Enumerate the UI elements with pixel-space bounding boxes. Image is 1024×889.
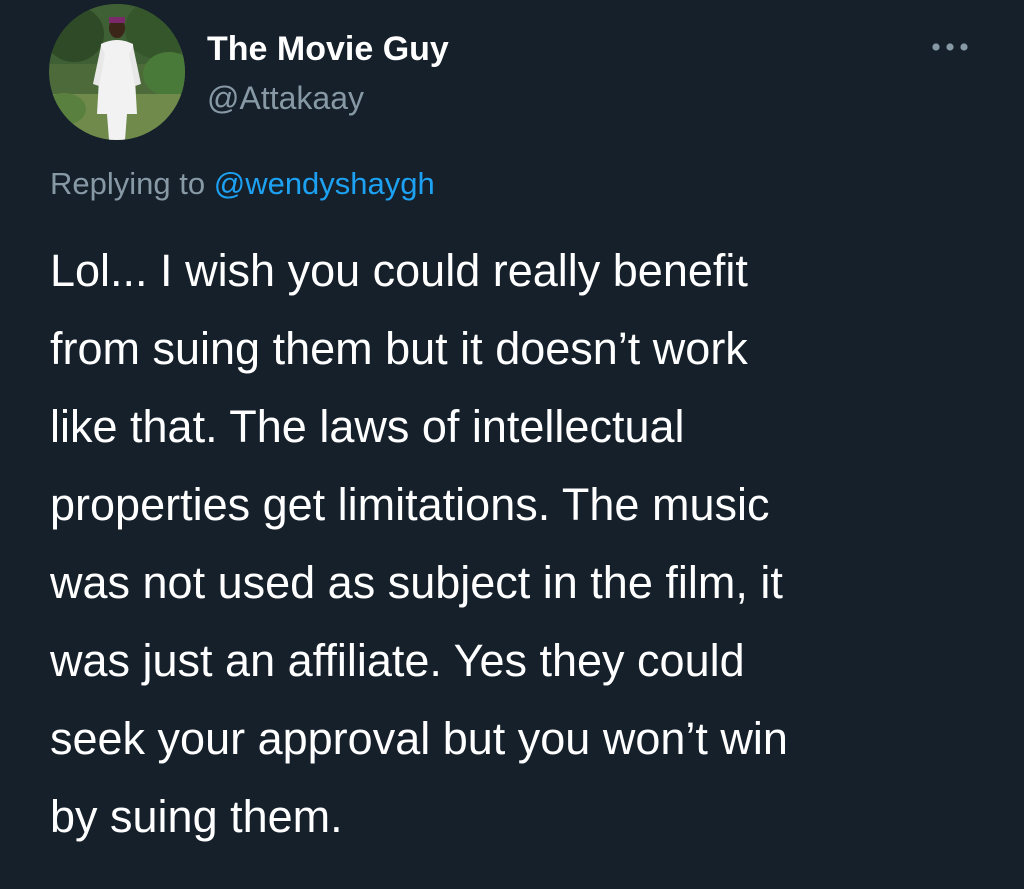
tweet-card: The Movie Guy @Attakaay Replying to @wen… bbox=[0, 0, 1024, 889]
profile-photo-image bbox=[49, 4, 185, 140]
tweet-text: Lol... I wish you could really benefit f… bbox=[50, 232, 970, 856]
tweet-text-line: from suing them but it doesn’t work bbox=[50, 323, 748, 374]
tweet-text-line: seek your approval but you won’t win bbox=[50, 713, 788, 764]
avatar[interactable] bbox=[49, 4, 185, 140]
replying-to: Replying to @wendyshaygh bbox=[50, 166, 435, 202]
tweet-text-line: properties get limitations. The music bbox=[50, 479, 770, 530]
tweet-text-line: Lol... I wish you could really benefit bbox=[50, 245, 748, 296]
user-handle[interactable]: @Attakaay bbox=[207, 80, 364, 117]
tweet-text-line: by suing them. bbox=[50, 791, 343, 842]
more-options-button[interactable] bbox=[928, 32, 972, 62]
tweet-text-line: like that. The laws of intellectual bbox=[50, 401, 685, 452]
tweet-text-line: was not used as subject in the film, it bbox=[50, 557, 783, 608]
replying-to-label: Replying to bbox=[50, 166, 214, 201]
display-name[interactable]: The Movie Guy bbox=[207, 30, 449, 69]
tweet-text-line: was just an affiliate. Yes they could bbox=[50, 635, 745, 686]
reply-mention-link[interactable]: @wendyshaygh bbox=[214, 166, 435, 201]
more-horizontal-icon bbox=[932, 43, 968, 51]
